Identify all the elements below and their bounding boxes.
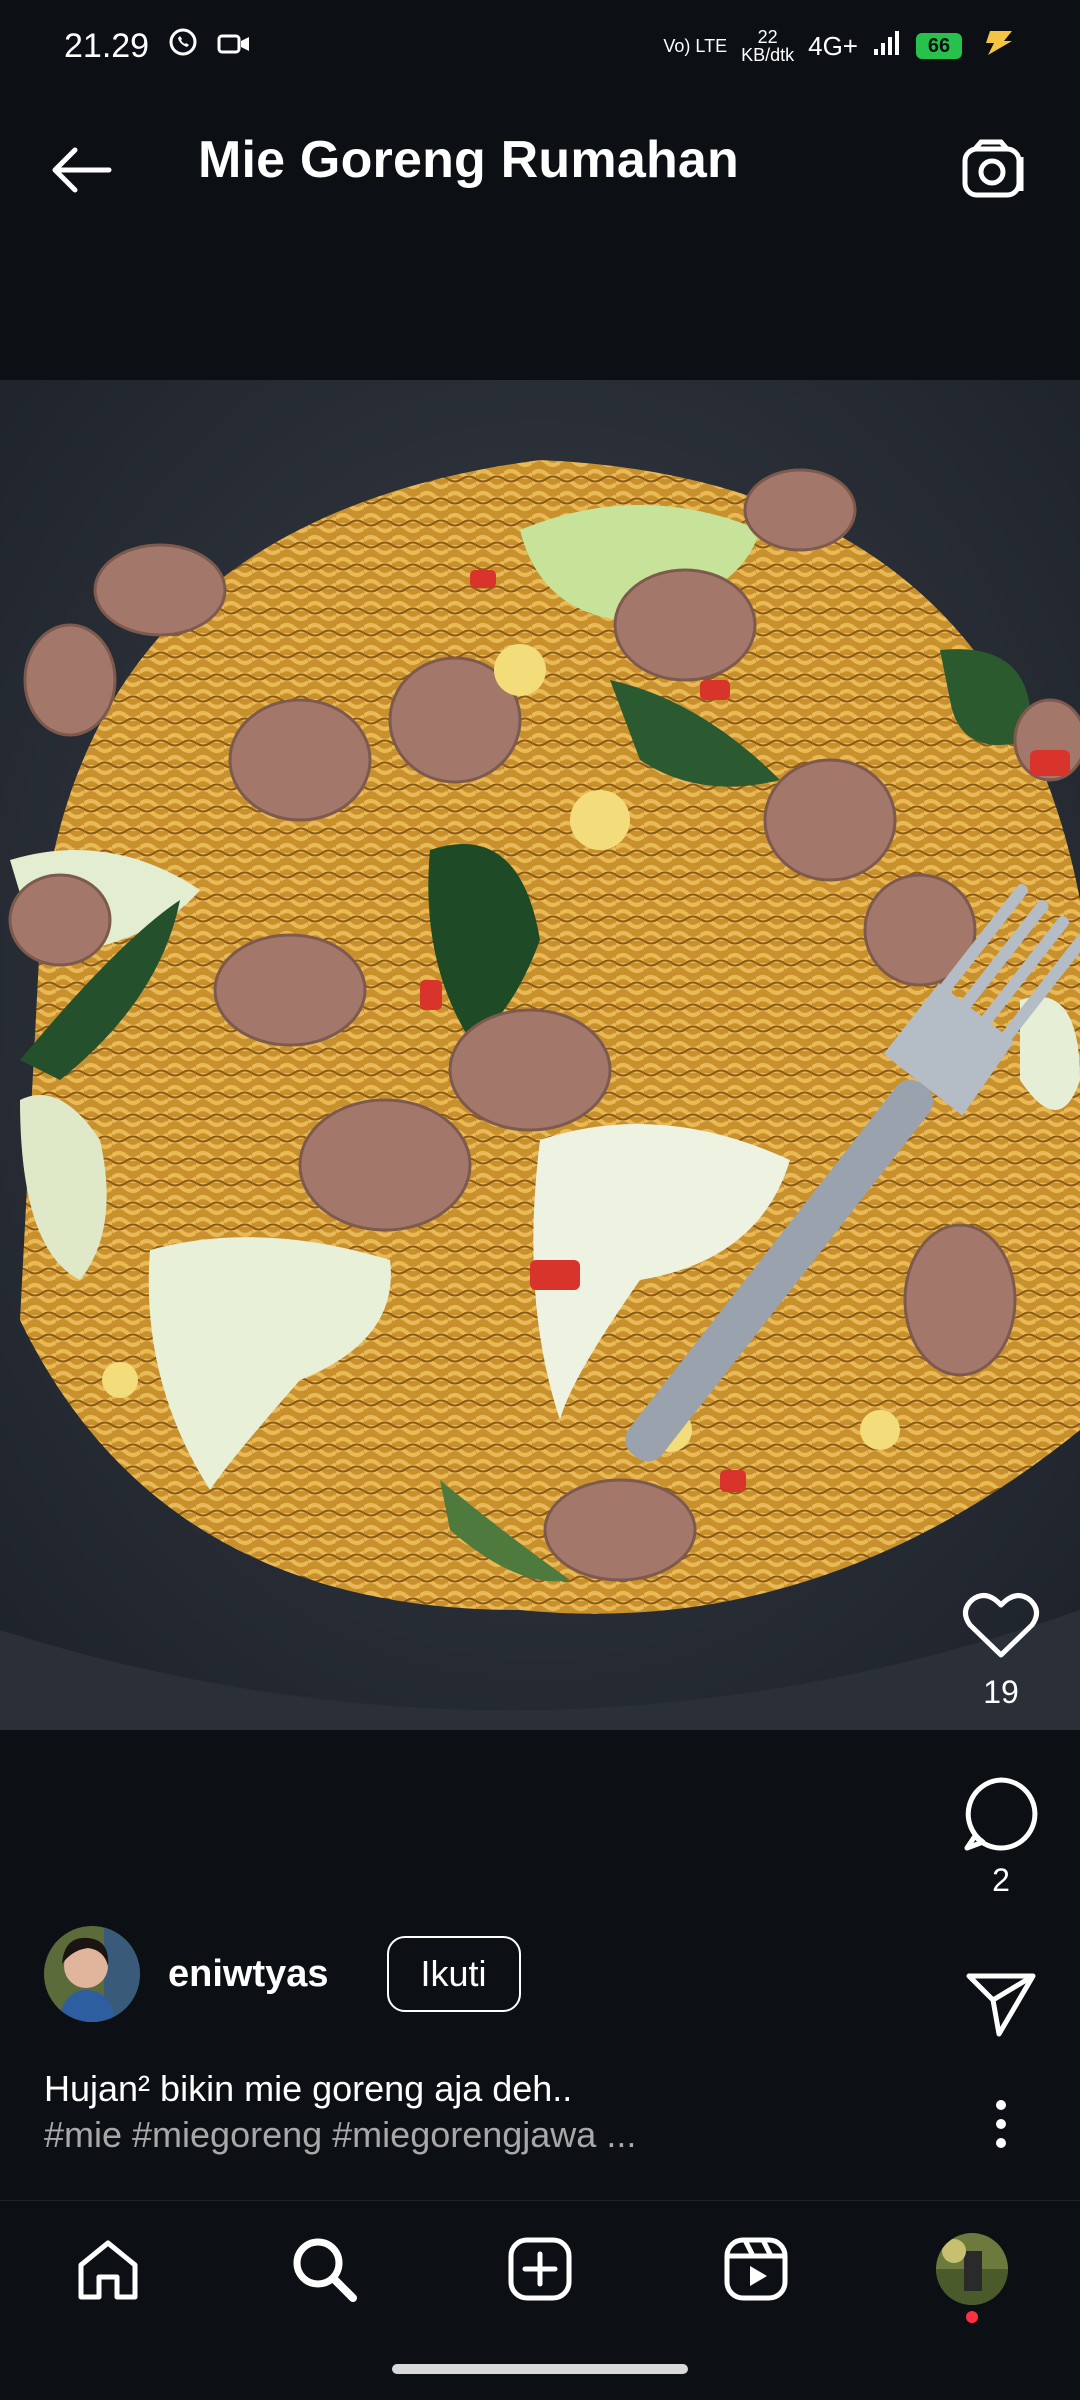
status-bar: 21.29 Vo) LTE 22 KB/dtk 4G+ 66 [0,0,1080,92]
signal-icon [872,29,902,63]
profile-avatar[interactable] [932,2229,1012,2323]
status-right: Vo) LTE 22 KB/dtk 4G+ 66 [663,28,1016,64]
send-icon[interactable] [956,1964,1046,2044]
follow-button[interactable]: Ikuti [386,1936,521,2012]
likes-count[interactable]: 19 [956,1674,1046,1711]
heart-icon[interactable] [956,1586,1046,1666]
camera-icon[interactable] [954,130,1034,210]
arrow-left-icon[interactable] [40,130,120,210]
home-indicator[interactable] [392,2364,688,2374]
caption-hashtags[interactable]: #mie #miegoreng #miegorengjawa ... [44,2112,944,2158]
bottom-nav [0,2200,1080,2341]
video-call-icon [217,27,251,66]
share-action [956,1964,1046,2044]
notification-dot [966,2311,978,2323]
status-left: 21.29 [64,26,251,67]
net-speed-unit: KB/dtk [741,45,795,65]
comment-icon[interactable] [956,1774,1046,1854]
author-username[interactable]: eniwtyas [168,1953,329,1996]
net-speed: 22 KB/dtk [741,28,794,64]
more-action [956,2094,1046,2154]
charging-icon [976,29,1016,63]
page-title: Mie Goreng Rumahan [198,131,739,189]
like-action: 19 [956,1586,1046,1711]
avatar[interactable] [44,1926,140,2022]
top-bar: Mie Goreng Rumahan [0,100,1080,240]
reels-icon[interactable] [716,2229,796,2309]
battery-icon: 66 [916,33,962,59]
home-icon[interactable] [68,2229,148,2309]
comments-count[interactable]: 2 [956,1862,1046,1899]
net-speed-value: 22 [757,27,778,47]
caption[interactable]: Hujan² bikin mie goreng aja deh.. #mie #… [44,2066,944,2158]
volte-indicator: Vo) LTE [663,36,728,56]
network-type: 4G+ [808,30,858,61]
post-image[interactable] [0,380,1080,1730]
create-icon[interactable] [500,2229,580,2309]
clock: 21.29 [64,26,150,65]
comment-action: 2 [956,1774,1046,1899]
author-row: eniwtyas Ikuti [44,1926,521,2022]
search-icon[interactable] [284,2229,364,2309]
more-options-icon[interactable] [956,2094,1046,2154]
whatsapp-icon [167,26,199,67]
caption-text: Hujan² bikin mie goreng aja deh.. [44,2068,573,2109]
